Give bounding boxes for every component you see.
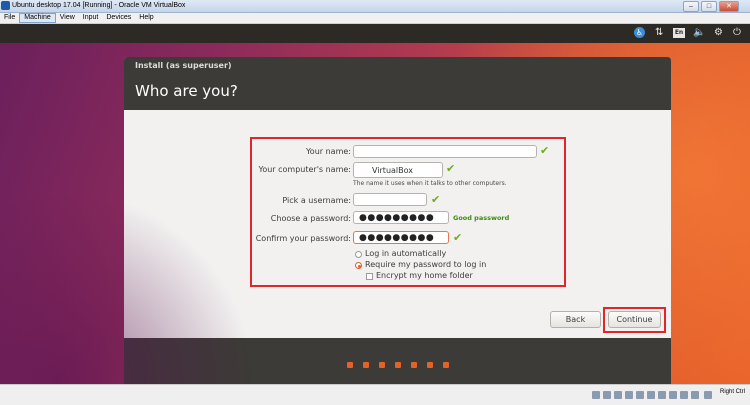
dialog-subtitle: Install (as superuser) xyxy=(135,61,232,70)
progress-step-7 xyxy=(443,362,449,368)
username-field[interactable] xyxy=(353,193,427,206)
computer-name-hint: The name it uses when it talks to other … xyxy=(353,180,507,187)
keyboard-layout-icon[interactable]: En xyxy=(673,28,685,38)
cpu-icon[interactable] xyxy=(680,391,688,399)
ubuntu-top-panel: ♿ ⇅ En 🔈 ⚙ ⏻ xyxy=(0,24,750,43)
progress-step-1 xyxy=(347,362,353,368)
progress-step-3 xyxy=(379,362,385,368)
password-label: Choose a password: xyxy=(270,214,351,223)
encrypt-home-label[interactable]: Encrypt my home folder xyxy=(376,271,473,280)
password-field[interactable]: ●●●●●●●●● xyxy=(353,211,449,224)
window-title: Ubuntu desktop 17.04 [Running] - Oracle … xyxy=(12,2,186,9)
shared-folders-icon[interactable] xyxy=(647,391,655,399)
confirm-password-field[interactable]: ●●●●●●●●● xyxy=(353,231,449,244)
computer-name-label: Your computer's name: xyxy=(258,165,352,174)
settings-icon[interactable]: ⚙ xyxy=(714,27,723,39)
confirm-password-label: Confirm your password: xyxy=(255,234,351,243)
username-label: Pick a username: xyxy=(282,196,351,205)
window-titlebar: Ubuntu desktop 17.04 [Running] - Oracle … xyxy=(0,0,750,13)
menu-input[interactable]: Input xyxy=(79,13,103,23)
menu-view[interactable]: View xyxy=(56,13,79,23)
power-icon[interactable]: ⏻ xyxy=(733,27,741,39)
page-title: Who are you? xyxy=(135,82,238,100)
network-adapter-icon[interactable] xyxy=(625,391,633,399)
vm-statusbar: Right Ctrl xyxy=(0,384,750,405)
close-window-button[interactable]: ✕ xyxy=(719,1,739,12)
progress-step-6 xyxy=(427,362,433,368)
progress-step-4 xyxy=(395,362,401,368)
computer-name-field[interactable]: VirtualBox xyxy=(353,162,443,178)
volume-icon[interactable]: 🔈 xyxy=(693,27,705,39)
progress-step-5 xyxy=(411,362,417,368)
accessibility-icon[interactable]: ♿ xyxy=(634,27,645,38)
check-icon: ✔ xyxy=(431,193,441,206)
network-icon[interactable]: ⇅ xyxy=(655,27,663,39)
check-icon: ✔ xyxy=(446,162,456,175)
video-capture-icon[interactable] xyxy=(669,391,677,399)
password-strength-label: Good password xyxy=(453,214,510,222)
check-icon: ✔ xyxy=(453,231,463,244)
encrypt-home-checkbox[interactable] xyxy=(366,273,373,280)
installer-dialog: Install (as superuser) Who are you? Your… xyxy=(124,57,671,384)
menu-devices[interactable]: Devices xyxy=(102,13,135,23)
menu-help[interactable]: Help xyxy=(135,13,157,23)
back-button[interactable]: Back xyxy=(550,311,601,328)
menu-machine[interactable]: Machine xyxy=(19,13,56,23)
host-key-icon[interactable] xyxy=(704,391,712,399)
host-key-label: Right Ctrl xyxy=(720,389,746,395)
mouse-integration-icon[interactable] xyxy=(691,391,699,399)
check-icon: ✔ xyxy=(540,144,550,157)
require-password-radio[interactable] xyxy=(355,262,362,269)
continue-button[interactable]: Continue xyxy=(608,311,661,328)
login-auto-label[interactable]: Log in automatically xyxy=(365,249,446,258)
your-name-label: Your name: xyxy=(305,147,351,156)
virtualbox-app-icon xyxy=(1,1,10,10)
login-auto-radio[interactable] xyxy=(355,251,362,258)
vm-menubar: File Machine View Input Devices Help xyxy=(0,13,750,24)
dialog-header: Install (as superuser) Who are you? xyxy=(124,57,671,110)
progress-step-2 xyxy=(363,362,369,368)
display-icon[interactable] xyxy=(658,391,666,399)
your-name-field[interactable] xyxy=(353,145,537,158)
progress-area xyxy=(124,338,671,384)
audio-icon[interactable] xyxy=(614,391,622,399)
menu-file[interactable]: File xyxy=(0,13,19,23)
require-password-label[interactable]: Require my password to log in xyxy=(365,260,486,269)
ubuntu-desktop: ♿ ⇅ En 🔈 ⚙ ⏻ Install (as superuser) Who … xyxy=(0,24,750,384)
maximize-button[interactable]: □ xyxy=(701,1,717,12)
minimize-button[interactable]: – xyxy=(683,1,699,12)
hard-disk-icon[interactable] xyxy=(592,391,600,399)
optical-drive-icon[interactable] xyxy=(603,391,611,399)
usb-icon[interactable] xyxy=(636,391,644,399)
